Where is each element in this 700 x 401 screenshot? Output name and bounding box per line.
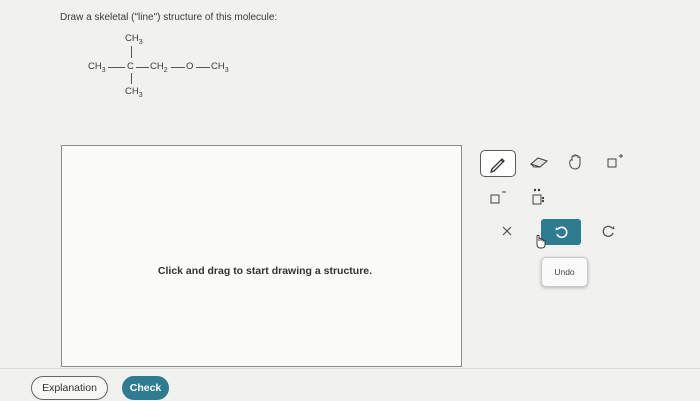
pencil-icon xyxy=(489,157,505,173)
oxygen-atom: O xyxy=(186,61,194,72)
bond-c-ch2 xyxy=(136,67,149,68)
left-methyl: CH3 xyxy=(88,61,106,74)
eraser-icon xyxy=(529,157,549,168)
clear-button[interactable] xyxy=(496,220,518,242)
eraser-tool-button[interactable] xyxy=(526,152,552,174)
question-prompt: Draw a skeletal ("line") structure of th… xyxy=(60,12,278,23)
footer-divider xyxy=(0,368,700,369)
undo-icon xyxy=(555,226,568,239)
redo-icon xyxy=(602,225,615,237)
methylene-group: CH2 xyxy=(150,61,168,74)
bond-ch2-o xyxy=(171,67,185,68)
add-charge-icon xyxy=(607,154,623,168)
right-methyl: CH3 xyxy=(211,61,229,74)
canvas-hint: Click and drag to start drawing a struct… xyxy=(157,265,373,277)
bond-o-ch3 xyxy=(196,67,210,68)
quaternary-carbon: C xyxy=(127,61,134,72)
bond-left xyxy=(108,67,125,68)
remove-charge-button[interactable] xyxy=(485,186,511,208)
bottom-methyl: CH3 xyxy=(125,86,143,99)
bond-top xyxy=(131,46,132,58)
lone-pair-icon xyxy=(532,188,545,205)
explanation-button[interactable]: Explanation xyxy=(31,376,108,400)
lone-pair-button[interactable] xyxy=(526,186,548,208)
pencil-tool-button[interactable] xyxy=(480,150,516,177)
undo-tooltip: Undo xyxy=(541,257,588,287)
mouse-cursor-icon xyxy=(536,234,546,249)
grab-hand-icon xyxy=(569,154,581,170)
clear-icon xyxy=(502,226,512,236)
top-methyl: CH3 xyxy=(125,33,143,46)
add-charge-button[interactable] xyxy=(602,150,628,172)
redo-button[interactable] xyxy=(598,220,620,242)
remove-charge-icon xyxy=(490,191,506,204)
bond-bottom xyxy=(131,73,132,84)
grab-tool-button[interactable] xyxy=(563,151,589,173)
check-button[interactable]: Check xyxy=(122,376,169,400)
drawing-canvas[interactable] xyxy=(61,145,462,367)
